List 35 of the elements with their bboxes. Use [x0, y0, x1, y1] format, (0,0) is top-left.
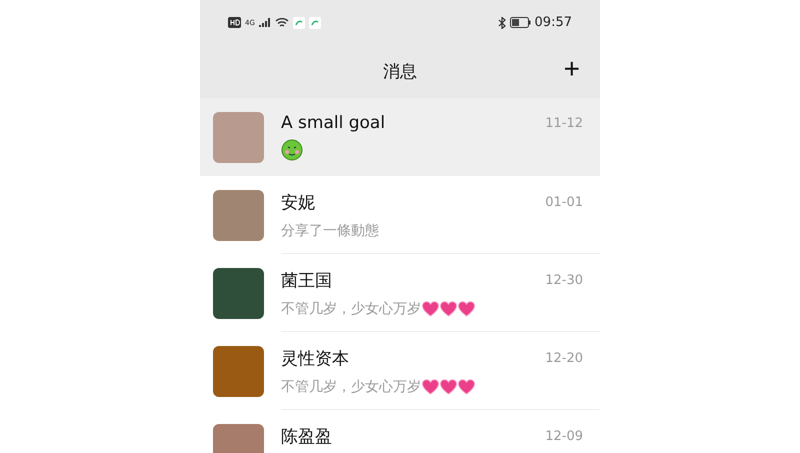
heart-emoji-icon: [440, 379, 457, 395]
avatar-photo-placeholder: [213, 112, 264, 162]
avatar-photo-placeholder: [213, 190, 264, 240]
heart-emoji-icon: [440, 301, 457, 317]
heart-emoji-icon: [458, 301, 475, 317]
chat-date: 12-20: [545, 351, 583, 366]
chat-date: 12-09: [545, 429, 583, 444]
heart-emoji-icon: [422, 379, 439, 395]
app-notification-icon: [308, 16, 321, 28]
wifi-icon: [274, 17, 289, 28]
add-button[interactable]: +: [560, 55, 584, 83]
app-notification-icon: [292, 16, 305, 28]
battery-icon: [510, 17, 531, 28]
chat-name: 灵性资本: [281, 348, 349, 370]
frog-emoji-icon: [281, 139, 303, 161]
chat-row[interactable]: A small goal 11-12: [200, 98, 600, 176]
heart-emoji-icon: [422, 301, 439, 317]
avatar-photo-placeholder: [213, 268, 264, 318]
message-preview: 不管几岁，少女心万岁: [281, 300, 421, 318]
message-preview: 不管几岁，少女心万岁: [281, 378, 421, 396]
chat-date: 01-01: [545, 195, 583, 210]
chat-name: 菌王国: [281, 270, 332, 292]
bluetooth-icon: [498, 16, 506, 28]
chat-date: 11-12: [545, 116, 583, 130]
clock-time: 09:57: [534, 15, 572, 30]
chat-name: 陈盈盈: [281, 426, 332, 448]
heart-emoji-icon: [458, 379, 475, 395]
chat-name: 安妮: [281, 192, 315, 214]
chat-name: A small goal: [281, 113, 386, 133]
chat-date: 12-30: [545, 273, 583, 288]
avatar-photo-placeholder: [213, 346, 264, 396]
signal-icon: [258, 17, 271, 28]
page-title: 消息: [383, 61, 417, 83]
hd-icon: [228, 17, 241, 28]
message-preview: 分享了一條動態: [281, 222, 379, 240]
